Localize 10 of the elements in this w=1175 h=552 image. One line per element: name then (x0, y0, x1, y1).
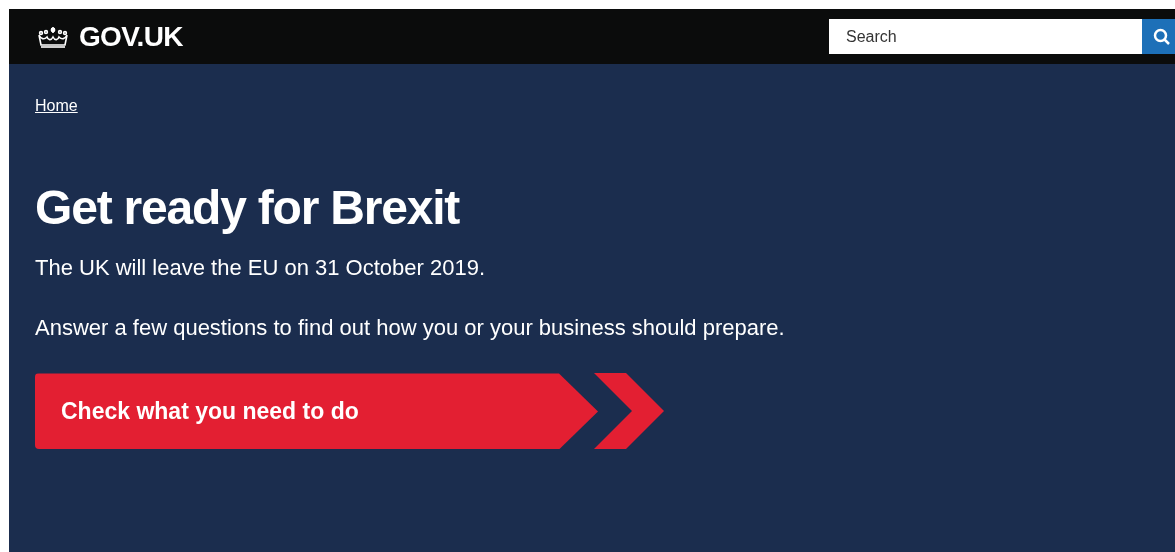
site-logo[interactable]: GOV.UK (35, 15, 183, 58)
search-button[interactable] (1142, 19, 1175, 54)
intro-text: Answer a few questions to find out how you or your business should prepare. (35, 313, 786, 342)
page-title: Get ready for Brexit (35, 182, 461, 235)
search-field[interactable]: Search (829, 19, 1142, 54)
search-icon (1153, 27, 1171, 46)
chevron-icon (594, 373, 664, 450)
intro-text: The UK will leave the EU on 31 October 2019. (35, 253, 487, 282)
crown-icon (35, 24, 71, 49)
breadcrumb-link[interactable]: Home (35, 94, 78, 118)
